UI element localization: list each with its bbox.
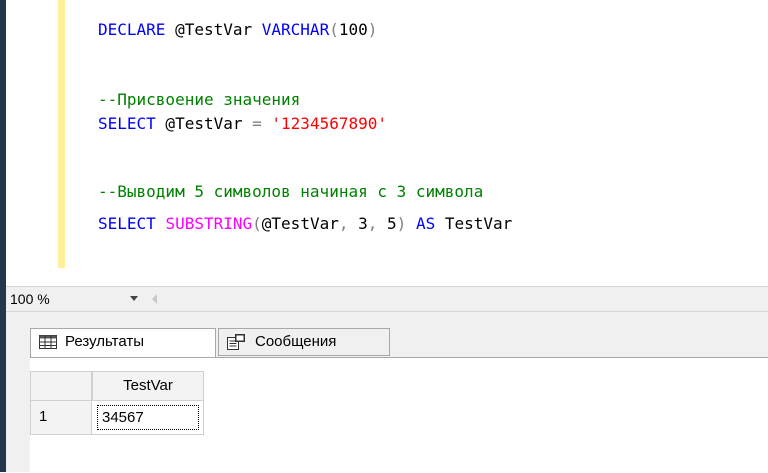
code-line[interactable]: --Присвоение значения: [98, 88, 300, 112]
table-cell-value: 34567: [97, 405, 199, 430]
code-token: DECLARE: [98, 20, 166, 39]
code-token: =: [252, 114, 262, 133]
code-token: SELECT: [98, 214, 156, 233]
zoom-bar: 100 %: [6, 286, 768, 312]
code-token: SUBSTRING: [165, 214, 253, 233]
grid-icon: [39, 335, 57, 349]
query-editor[interactable]: DECLARE @TestVar VARCHAR(100) --Присвоен…: [6, 0, 768, 286]
code-line[interactable]: SELECT @TestVar = '1234567890': [98, 112, 387, 136]
tab-results[interactable]: Результаты: [30, 328, 216, 358]
code-token: ): [367, 20, 378, 39]
code-token: --Присвоение значения: [98, 90, 301, 109]
results-grid: TestVar 1 34567: [30, 357, 768, 473]
results-pane: Результаты Сообщения TestVar 1 34567: [6, 312, 768, 473]
zoom-level[interactable]: 100 %: [10, 291, 50, 307]
scroll-left-icon[interactable]: [152, 294, 157, 304]
code-token: '1234567890': [271, 114, 387, 133]
tab-messages-label: Сообщения: [255, 333, 337, 350]
code-token: TestVar: [435, 214, 513, 233]
code-token: (: [329, 20, 339, 39]
code-token: AS: [415, 214, 436, 233]
code-token: @TestVar: [261, 214, 339, 233]
code-line[interactable]: SELECT SUBSTRING(@TestVar, 3, 5) AS Test…: [98, 212, 512, 236]
code-token: 3: [348, 214, 368, 233]
tab-messages[interactable]: Сообщения: [218, 328, 390, 356]
code-token: ,: [367, 214, 378, 233]
row-number[interactable]: 1: [30, 401, 92, 435]
messages-icon: [227, 334, 245, 350]
column-header[interactable]: TestVar: [92, 371, 204, 401]
code-token: @TestVar: [165, 20, 262, 39]
code-token: 5: [377, 214, 397, 233]
code-token: @TestVar: [155, 114, 253, 133]
code-line[interactable]: DECLARE @TestVar VARCHAR(100): [98, 18, 377, 42]
code-line[interactable]: --Выводим 5 символов начиная с 3 символа: [98, 180, 483, 204]
code-token: ): [396, 214, 407, 233]
code-token: (: [252, 214, 262, 233]
change-tracking-bar: [58, 0, 65, 268]
row-number-header[interactable]: [30, 371, 92, 401]
code-token: --Выводим 5 символов начиная с 3 символа: [98, 182, 484, 201]
code-token: VARCHAR: [261, 20, 330, 39]
dropdown-arrow-icon[interactable]: [130, 296, 138, 301]
code-token: 100: [338, 20, 368, 39]
tab-results-label: Результаты: [65, 333, 144, 350]
code-token: SELECT: [98, 114, 156, 133]
table-cell[interactable]: 34567: [92, 401, 204, 435]
